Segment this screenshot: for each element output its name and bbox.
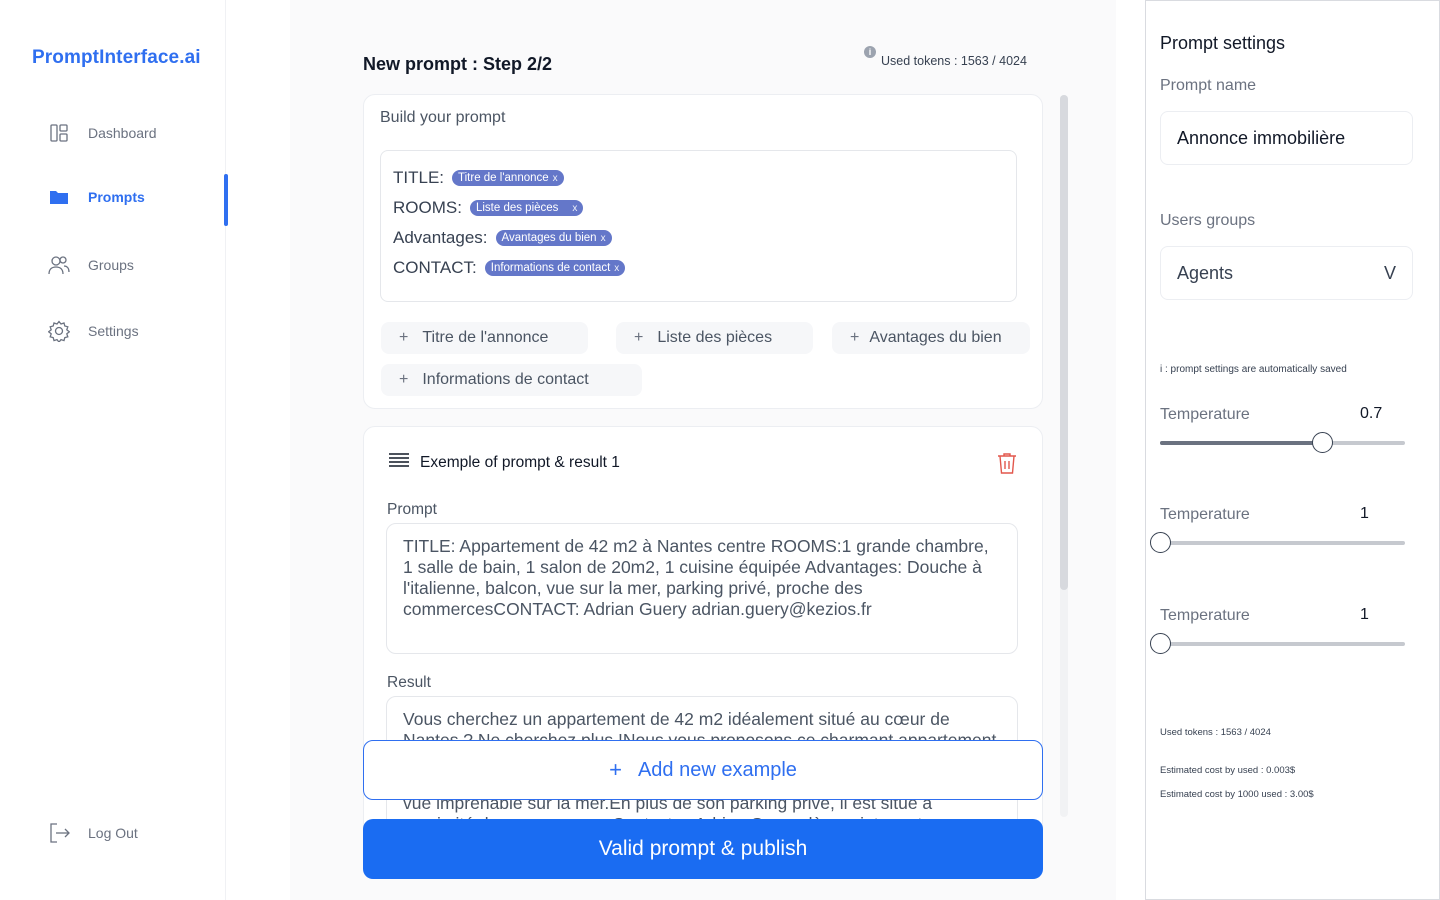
row-key: CONTACT: [393,258,477,277]
trash-icon[interactable] [996,451,1018,480]
cost-per-1000-text: Estimated cost by 1000 used : 3.00$ [1160,789,1314,800]
temperature-label: Temperature [1160,607,1250,624]
tag-label: Avantages du bien [501,232,597,244]
example-header: Exemple of prompt & result 1 [388,451,620,474]
prompt-builder-card: Build your prompt TITLE: Titre de l'anno… [363,94,1043,409]
sidebar-item-label: Prompts [88,189,145,205]
dashboard-icon [48,122,70,144]
temperature-value: 1 [1360,606,1369,623]
sidebar-item-dashboard[interactable]: Dashboard [48,115,157,151]
temperature-label: Temperature [1160,506,1250,523]
chip-label: Titre de l'annonce [422,329,549,346]
remove-tag-icon[interactable]: x [614,263,619,274]
slider-thumb[interactable] [1150,633,1171,654]
cost-per-use-text: Estimated cost by used : 0.003$ [1160,765,1296,776]
plus-icon: + [399,329,409,346]
builder-row: ROOMS: Liste des pièces x [393,198,584,218]
temperature-slider[interactable] [1160,432,1405,453]
add-example-button[interactable]: + Add new example [363,740,1043,800]
plus-icon: + [399,371,409,388]
variable-tag[interactable]: Avantages du bien x [495,230,612,246]
users-groups-select[interactable]: Agents V [1160,246,1413,300]
users-groups-value: Agents [1177,262,1234,283]
autosave-note: i : prompt settings are automatically sa… [1160,364,1347,375]
add-variable-chip[interactable]: + Titre de l'annonce [381,322,588,354]
remove-tag-icon[interactable]: x [553,173,558,184]
remove-tag-icon[interactable]: x [601,233,606,244]
add-variable-chip[interactable]: + Informations de contact [381,364,642,396]
result-field-label: Result [387,674,431,691]
publish-button[interactable]: Valid prompt & publish [363,819,1043,879]
sidebar-item-groups[interactable]: Groups [48,247,134,283]
slider-thumb[interactable] [1311,432,1333,453]
tag-label: Informations de contact [490,262,611,274]
sidebar: PromptInterface.ai Dashboard Prompts Gro… [0,0,228,900]
add-example-label: Add new example [637,758,797,781]
settings-panel: Prompt settings Prompt name Annonce immo… [1145,0,1440,900]
temperature-slider[interactable] [1150,633,1405,654]
slider-thumb[interactable] [1150,532,1171,553]
prompt-name-input[interactable]: Annonce immobilière [1160,111,1413,165]
settings-title: Prompt settings [1160,33,1286,53]
tag-label: Liste des pièces [475,202,559,214]
chip-label: Liste des pièces [657,329,773,346]
sidebar-item-label: Settings [88,323,139,339]
users-icon [48,254,70,276]
temperature-value: 0.7 [1360,405,1383,422]
plus-icon: + [634,329,644,346]
row-key: TITLE: [393,168,445,187]
gear-icon [48,320,70,342]
logout-label: Log Out [88,825,138,841]
variable-tag[interactable]: Informations de contact x [484,260,626,276]
temperature-slider[interactable] [1150,532,1405,553]
folder-icon [48,186,70,208]
builder-row: Advantages: Avantages du bien x [393,228,612,248]
used-tokens-text: Used tokens : 1563 / 4024 [1160,727,1271,738]
sidebar-item-prompts[interactable]: Prompts [48,179,145,215]
sidebar-item-label: Dashboard [88,125,157,141]
token-counter: i Used tokens : 1563 / 4024 [864,46,1027,68]
remove-tag-icon[interactable]: x [572,203,577,214]
scrollbar-thumb[interactable] [1060,95,1068,590]
sidebar-item-label: Groups [88,257,134,273]
temperature-label: Temperature [1160,406,1250,423]
prompt-field-label: Prompt [387,501,437,518]
chip-label: Avantages du bien [869,329,1002,346]
plus-icon: + [850,329,860,346]
logout-button[interactable]: Log Out [48,815,138,851]
row-key: ROOMS: [393,198,462,217]
prompt-textarea[interactable]: TITLE: Appartement de 42 m2 à Nantes cen… [386,523,1018,654]
add-variable-chip[interactable]: + Liste des pièces [616,322,813,354]
active-indicator [224,174,228,226]
tag-label: Titre de l'annonce [458,172,549,184]
add-variable-chip[interactable]: + Avantages du bien [832,322,1030,354]
sidebar-item-settings[interactable]: Settings [48,313,139,349]
example-title: Exemple of prompt & result 1 [420,453,620,471]
prompt-builder-editor[interactable]: TITLE: Titre de l'annonce x ROOMS: Liste … [380,150,1017,302]
plus-icon: + [609,757,622,782]
chip-label: Informations de contact [422,371,589,388]
users-groups-label: Users groups [1160,212,1256,229]
builder-label: Build your prompt [380,109,506,126]
logout-icon [48,822,70,844]
temperature-value: 1 [1360,505,1369,522]
slider-fill [1160,441,1322,445]
builder-row: CONTACT: Informations de contact x [393,258,626,278]
builder-row: TITLE: Titre de l'annonce x [393,168,564,188]
drag-handle-icon[interactable] [388,451,410,474]
page-title: New prompt : Step 2/2 [363,54,553,74]
info-icon[interactable]: i [864,46,876,58]
row-key: Advantages: [393,228,488,247]
app-logo[interactable]: PromptInterface.ai [32,47,201,69]
chevron-down-icon: V [1383,262,1396,283]
prompt-name-label: Prompt name [1160,77,1257,94]
variable-tag[interactable]: Liste des pièces x [469,200,584,216]
token-counter-text: Used tokens : 1563 / 4024 [881,54,1027,68]
variable-tag[interactable]: Titre de l'annonce x [452,170,564,186]
